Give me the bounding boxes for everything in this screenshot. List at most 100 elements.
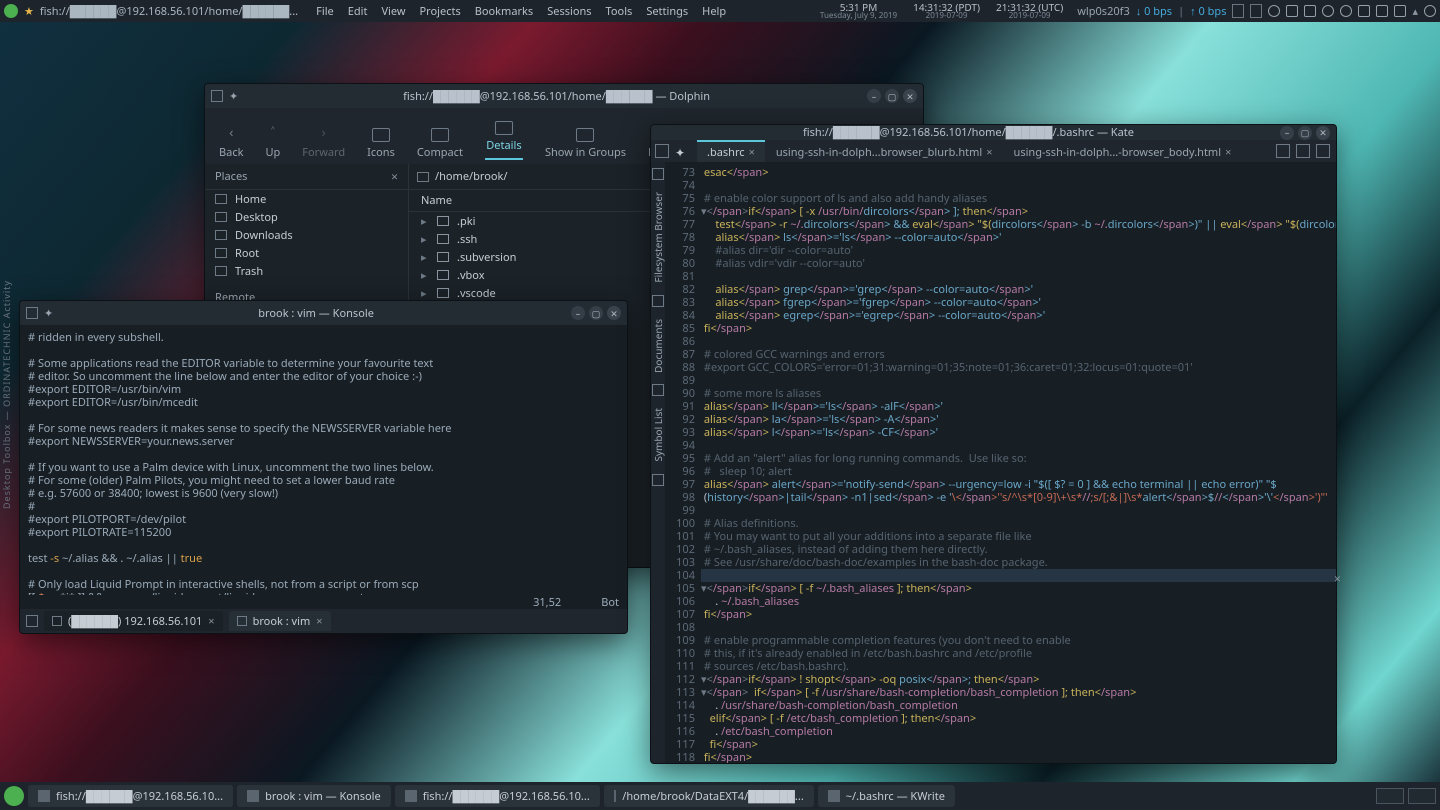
details-view-button[interactable]: Details xyxy=(485,121,523,160)
kate-tab-1[interactable]: using-ssh-in-dolph...browser_blurb.html× xyxy=(766,140,1003,162)
tab-close-icon[interactable]: × xyxy=(986,145,992,160)
expand-icon[interactable]: ▸ xyxy=(421,250,429,265)
close-button[interactable]: ✕ xyxy=(607,306,621,320)
expand-icon[interactable]: ▸ xyxy=(421,232,429,247)
keyboard-icon[interactable] xyxy=(1286,5,1298,17)
editor-area[interactable]: 7374757677787980818283848586878889909192… xyxy=(665,162,1337,764)
forward-button[interactable]: ›Forward xyxy=(302,123,345,160)
compact-view-button[interactable]: Compact xyxy=(417,128,463,160)
folder-icon xyxy=(437,252,449,262)
battery-icon[interactable] xyxy=(1376,5,1388,17)
places-item-home[interactable]: Home xyxy=(205,190,408,208)
sidebar-documents[interactable]: Documents xyxy=(651,319,665,373)
workspace-1[interactable] xyxy=(1376,788,1404,804)
konsole-tab-0[interactable]: (██████) 192.168.56.101× xyxy=(44,611,223,631)
symbol-list-icon[interactable] xyxy=(652,384,664,396)
activity-sidebar[interactable]: Desktop Toolbox — ORDINATECHNIC Activity xyxy=(0,280,18,509)
volume-icon[interactable] xyxy=(1394,5,1406,17)
tab-close-icon[interactable]: × xyxy=(208,614,214,629)
places-item-trash[interactable]: Trash xyxy=(205,262,408,280)
maximize-button[interactable]: ▢ xyxy=(1298,126,1312,140)
clock-pdt[interactable]: 14:31:32 (PDT)2019-07-09 xyxy=(913,2,980,20)
menu-projects[interactable]: Projects xyxy=(420,4,461,19)
tab-close-icon[interactable]: × xyxy=(316,614,322,629)
downloads-icon xyxy=(215,230,227,240)
clock-utc[interactable]: 21:31:32 (UTC)2019-07-09 xyxy=(996,2,1063,20)
close-button[interactable]: ✕ xyxy=(903,89,917,103)
new-tab-icon[interactable] xyxy=(26,615,38,627)
minimize-button[interactable]: – xyxy=(867,89,881,103)
sidebar-filesystem[interactable]: Filesystem Browser xyxy=(651,192,665,283)
menu-tools[interactable]: Tools xyxy=(606,4,633,19)
start-button-icon[interactable] xyxy=(4,786,24,806)
hidden-window-close-icon[interactable]: × xyxy=(1334,570,1341,587)
pin-icon[interactable]: ✦ xyxy=(675,144,685,161)
task-entry[interactable]: fish://██████@192.168.56.10... xyxy=(28,785,233,807)
clipboard-icon[interactable] xyxy=(1304,5,1316,17)
menu-help[interactable]: Help xyxy=(702,4,726,19)
tray-spacer-icon xyxy=(1232,4,1244,18)
places-close-icon[interactable]: × xyxy=(391,168,398,185)
clock-local[interactable]: 5:31 PMTuesday, July 9, 2019 xyxy=(820,2,897,20)
menu-edit[interactable]: Edit xyxy=(348,4,368,19)
terminal-area[interactable]: # ridden in every subshell. # Some appli… xyxy=(20,325,627,595)
show-groups-button[interactable]: Show in Groups xyxy=(545,128,626,160)
places-item-desktop[interactable]: Desktop xyxy=(205,208,408,226)
tab-close-icon[interactable]: × xyxy=(749,145,755,160)
column-name[interactable]: Name xyxy=(421,193,452,208)
kate-sidebar-left: Filesystem Browser Documents Symbol List xyxy=(651,162,665,764)
task-entry[interactable]: fish://██████@192.168.56.10... xyxy=(395,785,600,807)
git-icon[interactable] xyxy=(652,474,664,486)
filesystem-browser-icon[interactable] xyxy=(652,168,664,180)
places-item-downloads[interactable]: Downloads xyxy=(205,226,408,244)
task-entry[interactable]: /home/brook/DataEXT4/██████... xyxy=(604,785,814,807)
icons-view-button[interactable]: Icons xyxy=(367,128,395,160)
minimize-button[interactable]: – xyxy=(571,306,585,320)
sidebar-symbol-list[interactable]: Symbol List xyxy=(651,408,665,462)
split-icon[interactable] xyxy=(1296,144,1310,158)
menu-bookmarks[interactable]: Bookmarks xyxy=(475,4,533,19)
net-interface[interactable]: wlp0s20f3 xyxy=(1077,4,1129,19)
vim-position: 31,52 xyxy=(533,595,561,609)
tab-close-icon[interactable]: × xyxy=(1225,145,1231,160)
konsole-tab-1[interactable]: brook : vim× xyxy=(229,611,331,631)
more-icon[interactable] xyxy=(1316,144,1330,158)
distro-logo-icon[interactable] xyxy=(4,4,18,18)
root-icon xyxy=(215,248,227,258)
pin-icon[interactable]: ✦ xyxy=(229,89,238,104)
menu-file[interactable]: File xyxy=(316,4,334,19)
split-icon[interactable] xyxy=(1276,144,1290,158)
expand-icon[interactable]: ▸ xyxy=(421,214,429,229)
workspace-2[interactable] xyxy=(1408,788,1436,804)
task-entry[interactable]: brook : vim — Konsole xyxy=(237,785,391,807)
maximize-button[interactable]: ▢ xyxy=(885,89,899,103)
menu-sessions[interactable]: Sessions xyxy=(547,4,591,19)
back-button[interactable]: ‹Back xyxy=(219,123,243,160)
menu-settings[interactable]: Settings xyxy=(646,4,688,19)
update-icon[interactable] xyxy=(1268,5,1280,17)
pin-icon[interactable]: ✦ xyxy=(44,306,53,321)
kate-tab-active[interactable]: .bashrc× xyxy=(697,140,765,162)
kate-tab-2[interactable]: using-ssh-in-dolph...-browser_body.html× xyxy=(1004,140,1242,162)
documents-icon[interactable] xyxy=(652,295,664,307)
settings-icon[interactable] xyxy=(1424,5,1436,17)
places-item-root[interactable]: Root xyxy=(205,244,408,262)
tray-spacer-icon xyxy=(1250,4,1262,18)
code-area[interactable]: esac</span> # enable color support of ls… xyxy=(699,162,1337,764)
file-name: .subversion xyxy=(457,250,516,265)
up-button[interactable]: ˄Up xyxy=(265,123,280,160)
task-entry[interactable]: ~/.bashrc — KWrite xyxy=(818,785,955,807)
mic-icon[interactable] xyxy=(1322,5,1334,17)
close-button[interactable]: ✕ xyxy=(1316,126,1330,140)
menu-view[interactable]: View xyxy=(381,4,405,19)
minimize-button[interactable]: – xyxy=(1280,126,1294,140)
maximize-button[interactable]: ▢ xyxy=(589,306,603,320)
expand-icon[interactable]: ▸ xyxy=(421,286,429,301)
bluetooth-icon[interactable] xyxy=(1340,5,1352,17)
wifi-icon[interactable] xyxy=(1358,5,1370,17)
tray-expand-icon[interactable]: ▴ xyxy=(1412,4,1418,19)
star-icon[interactable]: ★ xyxy=(24,4,34,19)
expand-icon[interactable]: ▸ xyxy=(421,268,429,283)
task-label: brook : vim — Konsole xyxy=(265,789,381,804)
konsole-window: ✦ brook : vim — Konsole – ▢ ✕ # ridden i… xyxy=(19,300,628,634)
